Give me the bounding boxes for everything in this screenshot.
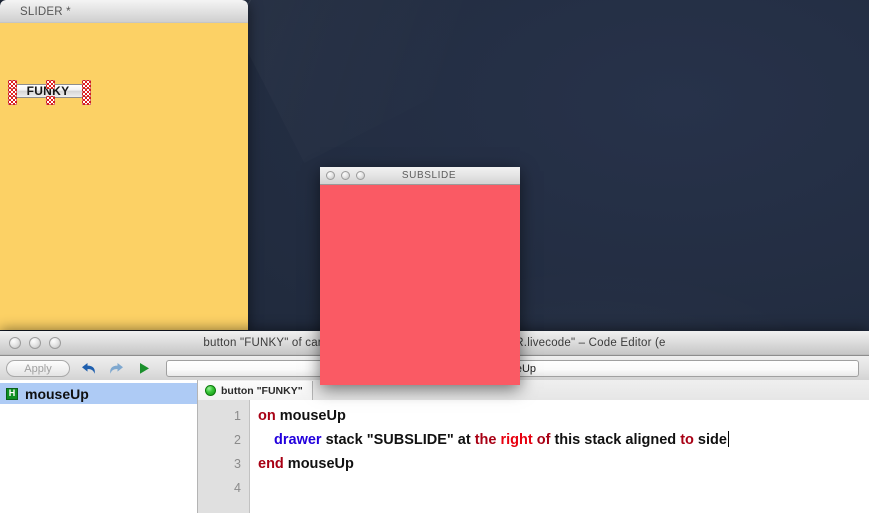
slider-window-title: SLIDER * bbox=[20, 5, 71, 18]
resize-handle-bottom-left[interactable] bbox=[8, 96, 17, 105]
tab-label: button "FUNKY" bbox=[221, 384, 303, 397]
screen: SLIDER * FUNKY button "FUNKY" of card – … bbox=[0, 0, 869, 513]
code-token: drawer bbox=[274, 432, 322, 448]
slider-titlebar[interactable]: SLIDER * bbox=[0, 0, 248, 24]
code-token: to bbox=[680, 432, 694, 448]
code-token: side bbox=[693, 432, 727, 448]
apply-button[interactable]: Apply bbox=[6, 360, 70, 377]
line-number-gutter: 1 2 3 4 bbox=[198, 400, 250, 513]
resize-handle-bottom-right[interactable] bbox=[82, 96, 91, 105]
code-area[interactable]: 1 2 3 4 on mouseUp drawer stack "SUBSLIDE… bbox=[198, 400, 869, 513]
funky-button-selection[interactable]: FUNKY bbox=[6, 79, 91, 105]
code-text[interactable]: on mouseUp drawer stack "SUBSLIDE" at the… bbox=[250, 400, 869, 513]
subslide-card-canvas[interactable] bbox=[320, 185, 520, 385]
code-token: mouseUp bbox=[275, 408, 346, 424]
code-token: right bbox=[500, 432, 533, 448]
undo-arrow-icon[interactable] bbox=[78, 359, 98, 379]
slider-card-canvas[interactable]: FUNKY bbox=[0, 23, 248, 330]
close-button-icon[interactable] bbox=[326, 171, 335, 180]
zoom-button-icon[interactable] bbox=[356, 171, 365, 180]
play-triangle-icon[interactable] bbox=[134, 359, 154, 379]
code-token: this stack aligned bbox=[550, 432, 681, 448]
code-pane: button "FUNKY" 1 2 3 4 on mouseUp drawer … bbox=[198, 380, 869, 513]
code-token: mouseUp bbox=[283, 456, 354, 472]
code-token: on bbox=[258, 408, 276, 424]
line-number: 3 bbox=[234, 457, 241, 471]
text-cursor bbox=[727, 431, 729, 447]
resize-handle-bottom-center[interactable] bbox=[46, 96, 55, 105]
subslide-titlebar[interactable]: SUBSLIDE bbox=[320, 167, 520, 185]
slider-stack-window[interactable]: SLIDER * FUNKY bbox=[0, 0, 248, 330]
line-number: 1 bbox=[234, 409, 241, 423]
line-number: 4 bbox=[234, 481, 241, 495]
code-line[interactable] bbox=[258, 476, 869, 500]
editor-body: H mouseUp button "FUNKY" 1 2 3 4 on mous… bbox=[0, 380, 869, 513]
handler-list-item-label: mouseUp bbox=[25, 385, 89, 402]
zoom-button-icon[interactable] bbox=[49, 337, 61, 349]
minimize-button-icon[interactable] bbox=[341, 171, 350, 180]
code-token: of bbox=[532, 432, 551, 448]
code-line[interactable]: drawer stack "SUBSLIDE" at the right of … bbox=[258, 428, 869, 452]
tab-button-funky[interactable]: button "FUNKY" bbox=[198, 381, 313, 400]
editor-tabstrip: button "FUNKY" bbox=[198, 380, 869, 401]
green-dot-icon bbox=[205, 385, 216, 396]
code-token: end bbox=[258, 456, 284, 472]
code-line[interactable]: on mouseUp bbox=[258, 404, 869, 428]
subslide-stack-window[interactable]: SUBSLIDE bbox=[320, 167, 520, 385]
handler-list-panel[interactable]: H mouseUp bbox=[0, 380, 198, 513]
code-token: the bbox=[474, 432, 501, 448]
subslide-traffic-lights[interactable] bbox=[320, 171, 365, 180]
minimize-button-icon[interactable] bbox=[29, 337, 41, 349]
close-button-icon[interactable] bbox=[9, 337, 21, 349]
redo-arrow-icon[interactable] bbox=[106, 359, 126, 379]
editor-traffic-lights[interactable] bbox=[0, 337, 61, 349]
code-line[interactable]: end mouseUp bbox=[258, 452, 869, 476]
handler-icon: H bbox=[6, 387, 18, 400]
resize-handle-top-center[interactable] bbox=[46, 80, 55, 89]
handler-list-item-mouseup[interactable]: H mouseUp bbox=[0, 383, 197, 404]
code-token: stack "SUBSLIDE" at bbox=[321, 432, 475, 448]
line-number: 2 bbox=[234, 433, 241, 447]
